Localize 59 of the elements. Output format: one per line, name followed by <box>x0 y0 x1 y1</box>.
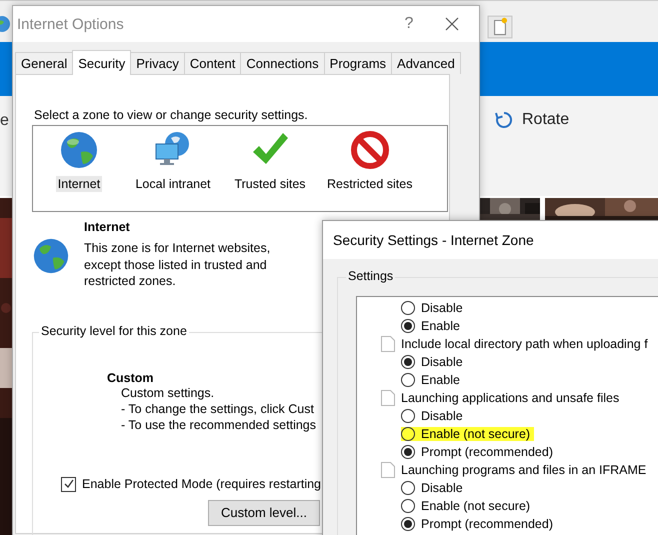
setting-heading: Include local directory path when uploading f <box>401 337 648 351</box>
tab[interactable]: Advanced <box>391 52 461 74</box>
window-title: Security Settings - Internet Zone <box>333 232 534 248</box>
radio-button[interactable] <box>401 517 415 531</box>
custom-level-button[interactable]: Custom level... <box>208 500 320 526</box>
radio-label: Disable <box>421 409 463 423</box>
globe-icon[interactable] <box>59 130 99 170</box>
setting-heading: Launching programs and files in an IFRAME <box>401 463 646 477</box>
tab[interactable]: Security <box>72 50 132 75</box>
radio-button[interactable] <box>401 373 415 387</box>
radio-label: Enable <box>421 319 460 333</box>
level-description: Custom settings. <box>121 384 214 400</box>
document-icon <box>381 462 395 478</box>
radio-label: Enable <box>421 373 460 387</box>
zone-description: This zone is for Internet websites, except those listed in trusted and restricted zones. <box>84 240 272 290</box>
tab[interactable]: General <box>15 52 74 74</box>
radio-button[interactable] <box>401 427 415 441</box>
radio-label: Disable <box>421 481 463 495</box>
document-icon <box>381 336 395 352</box>
group-legend: Settings <box>346 269 396 283</box>
radio-label: Enable (not secure) <box>421 427 530 441</box>
toolbar-label: e <box>0 112 9 130</box>
document-icon <box>381 390 395 406</box>
radio-button[interactable] <box>401 355 415 369</box>
radio-button[interactable] <box>401 409 415 423</box>
radio-label: Prompt (recommended) <box>421 517 553 531</box>
zone-item[interactable]: Restricted sites <box>325 176 414 192</box>
checkbox[interactable] <box>61 476 76 492</box>
tab[interactable]: Privacy <box>130 52 185 74</box>
group-legend: Security level for this zone <box>39 324 189 338</box>
radio-label: Disable <box>421 301 463 315</box>
new-tab-icon[interactable] <box>487 15 513 39</box>
level-name: Custom <box>107 370 154 384</box>
level-description: - To change the settings, click Cust <box>121 400 314 416</box>
zone-item[interactable]: Local intranet <box>133 176 213 192</box>
radio-button[interactable] <box>401 301 415 315</box>
radio-label: Enable (not secure) <box>421 499 530 513</box>
radio-button[interactable] <box>401 319 415 333</box>
radio-button[interactable] <box>401 499 415 513</box>
globe-icon <box>32 236 70 276</box>
radio-button[interactable] <box>401 481 415 495</box>
help-button[interactable]: ? <box>389 15 429 33</box>
radio-label: Disable <box>421 355 463 369</box>
radio-button[interactable] <box>401 445 415 459</box>
globe-icon <box>0 14 12 34</box>
zone-title: Internet <box>84 220 131 234</box>
level-description: - To use the recommended settings <box>121 416 316 432</box>
checkbox-label: Enable Protected Mode (requires restarting <box>82 477 322 491</box>
zone-item[interactable]: Internet <box>56 176 102 192</box>
zone-item[interactable]: Trusted sites <box>232 176 308 192</box>
tab[interactable]: Programs <box>324 52 392 74</box>
rotate-button[interactable]: Rotate <box>490 106 574 134</box>
zone-prompt: Select a zone to view or change security settings. <box>34 108 309 122</box>
setting-heading: Launching applications and unsafe files <box>401 391 620 405</box>
window-title: Internet Options <box>17 16 125 32</box>
rotate-icon <box>494 110 514 130</box>
no-entry-icon[interactable] <box>350 130 390 170</box>
radio-label: Prompt (recommended) <box>421 445 553 459</box>
close-icon <box>445 17 459 31</box>
